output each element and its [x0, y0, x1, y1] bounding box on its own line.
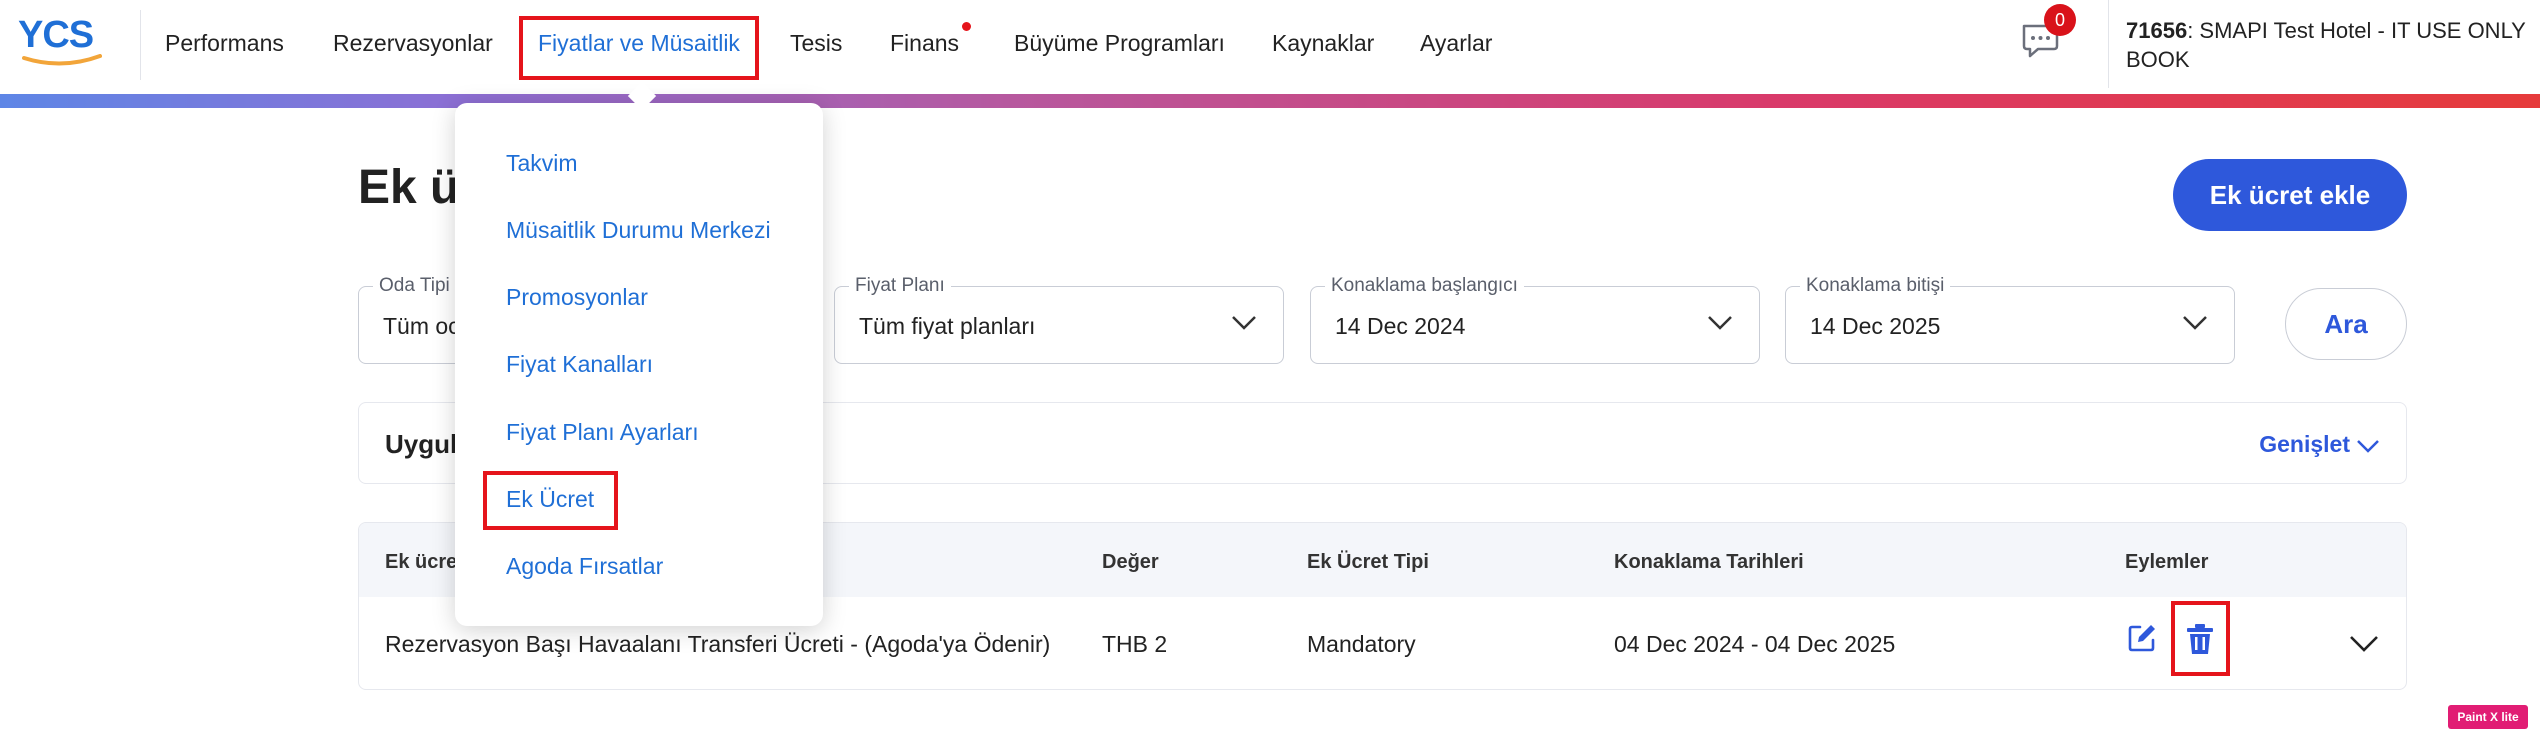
top-navigation-bar: YCS Performans Rezervasyonlar Fiyatlar v…: [0, 0, 2540, 90]
chevron-down-icon: [1708, 316, 1732, 330]
edit-icon[interactable]: [2127, 623, 2157, 653]
hotel-id: 71656: [2126, 18, 2188, 43]
stay-end-value: 14 Dec 2025: [1810, 313, 1941, 339]
paint-x-lite-watermark: Paint X lite: [2448, 705, 2528, 729]
menu-item-rate-channels[interactable]: Fiyat Kanalları: [506, 351, 653, 378]
nav-resources[interactable]: Kaynaklar: [1272, 30, 1374, 57]
nav-growth-programs[interactable]: Büyüme Programları: [1014, 30, 1225, 57]
brand-gradient-bar: [0, 94, 2540, 108]
rate-plan-value: Tüm fiyat planları: [859, 313, 1036, 339]
menu-highlight-box: [483, 471, 618, 530]
chevron-down-icon: [1232, 316, 1256, 330]
expand-button[interactable]: Genişlet: [2259, 431, 2380, 458]
chevron-down-icon: [2357, 440, 2379, 453]
chevron-down-icon: [2183, 316, 2207, 330]
column-header-fee-type: Ek Ücret Tipi: [1307, 551, 1429, 573]
expand-label: Genişlet: [2259, 431, 2350, 457]
stay-end-label: Konaklama bitişi: [1800, 275, 1951, 297]
finance-notification-dot: [962, 22, 971, 31]
nav-performance[interactable]: Performans: [165, 30, 284, 57]
nav-property[interactable]: Tesis: [790, 30, 842, 57]
menu-item-agoda-deals[interactable]: Agoda Fırsatlar: [506, 553, 663, 580]
room-type-value: Tüm oc: [383, 313, 460, 339]
stay-start-label: Konaklama başlangıcı: [1325, 275, 1524, 297]
rate-plan-label: Fiyat Planı: [849, 275, 951, 297]
column-header-fee: Ek ücre: [385, 551, 458, 573]
nav-finance[interactable]: Finans: [890, 30, 959, 57]
menu-item-availability-center[interactable]: Müsaitlik Durumu Merkezi: [506, 217, 771, 244]
stay-start-select[interactable]: Konaklama başlangıcı 14 Dec 2024: [1310, 275, 1760, 364]
nav-divider: [140, 10, 141, 80]
search-button[interactable]: Ara: [2285, 288, 2407, 360]
menu-item-calendar[interactable]: Takvim: [506, 150, 578, 177]
stay-end-select[interactable]: Konaklama bitişi 14 Dec 2025: [1785, 275, 2235, 364]
menu-item-promotions[interactable]: Promosyonlar: [506, 284, 648, 311]
stay-start-value: 14 Dec 2024: [1335, 313, 1466, 339]
hotel-selector[interactable]: 71656: SMAPI Test Hotel - IT USE ONLY BO…: [2126, 16, 2540, 74]
column-header-actions: Eylemler: [2125, 551, 2209, 573]
column-header-stay-dates: Konaklama Tarihleri: [1614, 551, 1804, 573]
nav-settings[interactable]: Ayarlar: [1420, 30, 1492, 57]
hotel-divider: [2108, 0, 2109, 88]
applied-panel-title: Uygul: [385, 429, 458, 459]
hotel-name-line2: BOOK: [2126, 47, 2190, 72]
menu-item-rate-plan-settings[interactable]: Fiyat Planı Ayarları: [506, 419, 699, 446]
column-header-value: Değer: [1102, 551, 1159, 573]
stay-dates-cell: 04 Dec 2024 - 04 Dec 2025: [1614, 631, 1896, 657]
nav-reservations[interactable]: Rezervasyonlar: [333, 30, 493, 57]
ycs-logo[interactable]: YCS: [18, 14, 106, 66]
rates-availability-dropdown: Takvim Müsaitlik Durumu Merkezi Promosyo…: [455, 103, 823, 626]
delete-highlight-box: [2171, 601, 2230, 676]
fee-name-cell: Rezervasyon Başı Havaalanı Transferi Ücr…: [385, 631, 1051, 657]
nav-highlight-box: [519, 16, 759, 80]
notification-badge: 0: [2044, 4, 2076, 36]
fee-type-cell: Mandatory: [1307, 631, 1416, 657]
hotel-name: : SMAPI Test Hotel - IT USE ONLY: [2187, 18, 2526, 43]
add-extra-fee-button[interactable]: Ek ücret ekle: [2173, 159, 2407, 231]
rate-plan-select[interactable]: Fiyat Planı Tüm fiyat planları: [834, 275, 1284, 364]
logo-text: YCS: [18, 14, 94, 56]
logo-swoosh-icon: [22, 54, 102, 66]
fee-value-cell: THB 2: [1102, 631, 1168, 657]
room-type-label: Oda Tipi: [373, 275, 456, 297]
chevron-down-icon[interactable]: [2349, 635, 2379, 653]
